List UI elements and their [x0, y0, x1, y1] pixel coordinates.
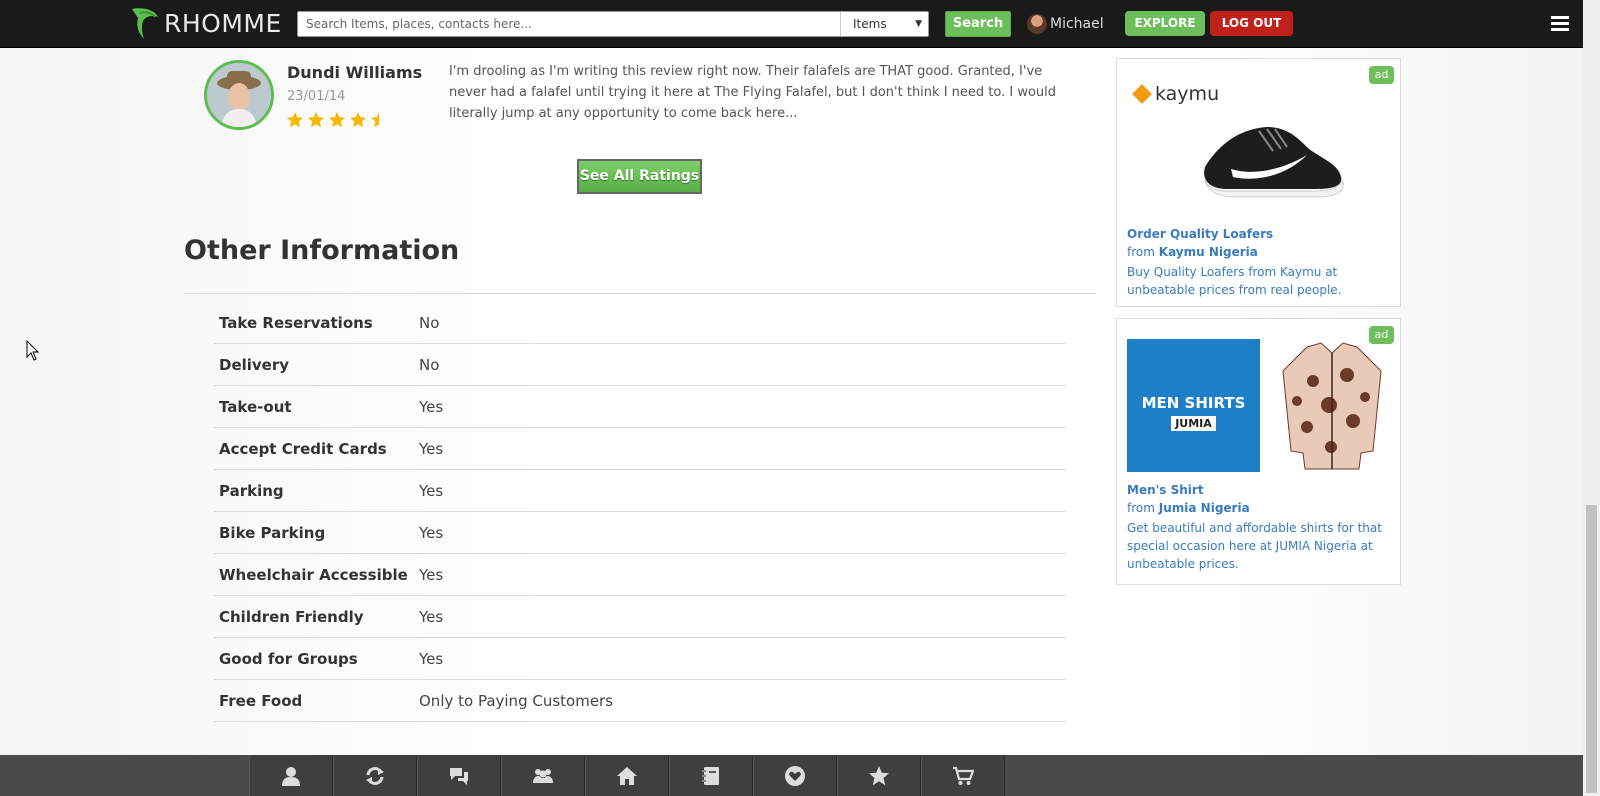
notebook-icon[interactable] [669, 755, 753, 796]
scrollbar-thumb[interactable] [1586, 505, 1597, 793]
star-full-icon [329, 112, 345, 128]
info-value: Yes [419, 439, 444, 458]
search-input[interactable] [298, 12, 840, 36]
info-key: Delivery [219, 355, 290, 374]
info-key: Good for Groups [219, 649, 358, 668]
info-value: Yes [419, 649, 444, 668]
bottom-nav [249, 755, 1005, 796]
info-key: Bike Parking [219, 523, 326, 542]
star-half-icon [371, 112, 379, 128]
top-navbar: RHOMME Items ▼ Search Michael EXPLORE LO… [0, 0, 1583, 48]
ad-card-kaymu[interactable]: ad kaymu Order Quality Loafers from Kaym… [1116, 58, 1401, 307]
info-key: Accept Credit Cards [219, 439, 387, 458]
table-row: Children Friendly Yes [214, 596, 1066, 638]
diamond-icon [1132, 84, 1152, 104]
info-value: Only to Paying Customers [419, 691, 614, 710]
jumia-banner: MEN SHIRTS JUMIA [1127, 339, 1260, 472]
star-full-icon [350, 112, 366, 128]
chat-icon[interactable] [417, 755, 501, 796]
table-row: Wheelchair Accessible Yes [214, 554, 1066, 596]
ad-vendor-line: from Kaymu Nigeria [1127, 245, 1258, 259]
ad-vendor[interactable]: Jumia Nigeria [1159, 501, 1250, 515]
table-row: Parking Yes [214, 470, 1066, 512]
info-table: Take Reservations No Delivery No Take-ou… [214, 302, 1066, 722]
table-row: Bike Parking Yes [214, 512, 1066, 554]
user-icon[interactable] [249, 755, 333, 796]
refresh-icon[interactable] [333, 755, 417, 796]
kaymu-logo: kaymu [1132, 83, 1220, 105]
heart-icon[interactable] [753, 755, 837, 796]
table-row: Good for Groups Yes [214, 638, 1066, 680]
avatar [1027, 14, 1047, 34]
info-key: Parking [219, 481, 284, 500]
ad-vendor-line: from Jumia Nigeria [1127, 501, 1250, 515]
ad-description: Buy Quality Loafers from Kaymu at unbeat… [1127, 265, 1342, 297]
brand-logo[interactable]: RHOMME [128, 5, 282, 41]
leaf-logo-icon [132, 8, 158, 39]
table-row: Take Reservations No [214, 302, 1066, 344]
person-photo [207, 63, 271, 127]
table-row: Free Food Only to Paying Customers [214, 680, 1066, 722]
review-date: 23/01/14 [287, 89, 346, 104]
star-full-icon [287, 112, 303, 128]
cart-icon[interactable] [921, 755, 1005, 796]
banner-text: MEN SHIRTS [1141, 394, 1246, 412]
reviewer-name[interactable]: Dundi Williams [287, 63, 422, 82]
info-key: Free Food [219, 691, 303, 710]
kaymu-logo-text: kaymu [1155, 83, 1220, 105]
info-value: Yes [419, 397, 444, 416]
group-icon[interactable] [501, 755, 585, 796]
sneaker-image [1204, 127, 1344, 198]
info-value: Yes [419, 523, 444, 542]
explore-button[interactable]: EXPLORE [1125, 11, 1205, 36]
info-value: Yes [419, 565, 444, 584]
info-value: No [419, 313, 440, 332]
info-key: Wheelchair Accessible [219, 565, 408, 584]
ad-from-label: from [1127, 501, 1155, 515]
star-rating [286, 111, 391, 129]
table-row: Delivery No [214, 344, 1066, 386]
ad-title[interactable]: Men's Shirt [1127, 483, 1204, 497]
star-full-icon [308, 112, 324, 128]
ad-title[interactable]: Order Quality Loafers [1127, 227, 1273, 241]
search-button[interactable]: Search [945, 11, 1011, 37]
user-profile[interactable]: Michael [1027, 13, 1104, 35]
info-value: Yes [419, 607, 444, 626]
see-all-ratings-button[interactable]: See All Ratings [577, 159, 702, 194]
table-row: Take-out Yes [214, 386, 1066, 428]
info-key: Children Friendly [219, 607, 364, 626]
brand-name: RHOMME [164, 8, 282, 38]
shirt-image [1282, 342, 1382, 470]
table-row: Accept Credit Cards Yes [214, 428, 1066, 470]
star-icon[interactable] [837, 755, 921, 796]
info-value: Yes [419, 481, 444, 500]
ad-vendor[interactable]: Kaymu Nigeria [1159, 245, 1258, 259]
home-icon[interactable] [585, 755, 669, 796]
reviewer-avatar[interactable] [204, 60, 274, 130]
section-title: Other Information [184, 235, 460, 266]
divider [184, 293, 1096, 294]
ad-description: Get beautiful and affordable shirts for … [1127, 521, 1382, 571]
info-key: Take Reservations [219, 313, 373, 332]
ad-badge: ad [1369, 66, 1394, 84]
hamburger-menu-icon[interactable] [1551, 16, 1569, 32]
ad-from-label: from [1127, 245, 1155, 259]
caret-down-icon: ▼ [915, 19, 922, 29]
logout-button[interactable]: LOG OUT [1210, 11, 1293, 36]
ad-card-jumia[interactable]: ad MEN SHIRTS JUMIA Men's Shirt from Jum… [1116, 318, 1401, 585]
search-category-value: Items [853, 17, 887, 31]
search-category-select[interactable]: Items ▼ [840, 12, 928, 36]
user-name: Michael [1050, 16, 1104, 32]
info-key: Take-out [219, 397, 292, 416]
mouse-cursor-icon [26, 340, 40, 361]
review-text: I'm drooling as I'm writing this review … [449, 64, 1057, 121]
info-value: No [419, 355, 440, 374]
search-bar: Items ▼ [297, 11, 929, 37]
jumia-brand: JUMIA [1171, 416, 1216, 431]
